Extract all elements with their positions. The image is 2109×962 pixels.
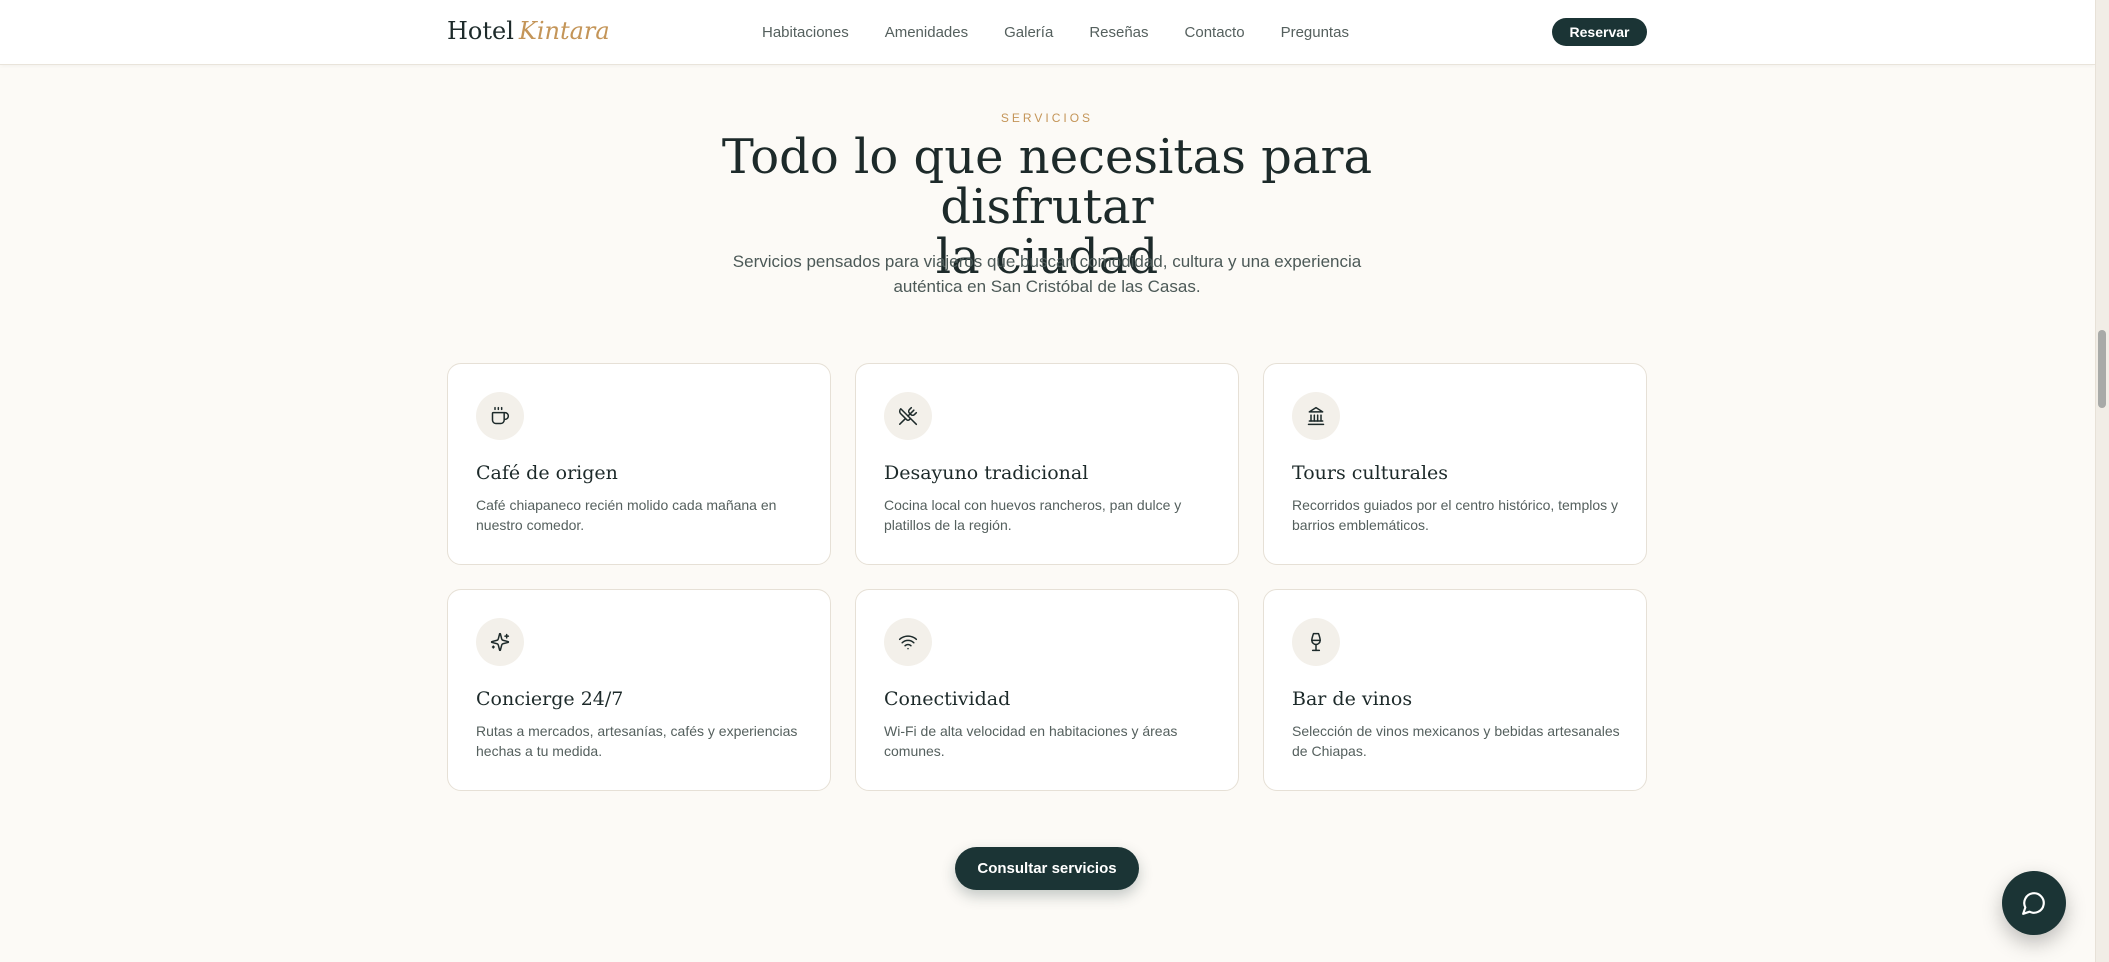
chat-bubble-icon (2022, 892, 2045, 915)
brand-logo[interactable]: Hotel Kintara (447, 14, 610, 48)
nav-link-contacto[interactable]: Contacto (1185, 24, 1245, 41)
service-card-description: Cocina local con huevos rancheros, pan d… (884, 497, 1182, 533)
service-card-description: Café chiapaneco recién molido cada mañan… (476, 497, 777, 533)
consult-services-button[interactable]: Consultar servicios (955, 847, 1139, 890)
wifi-icon (884, 618, 932, 666)
service-card-conectividad: Conectividad Wi-Fi de alta velocidad en … (855, 589, 1239, 791)
service-card-description: Wi-Fi de alta velocidad en habitaciones … (884, 723, 1178, 759)
nav-link-habitaciones[interactable]: Habitaciones (762, 24, 849, 41)
landmark-icon (1292, 392, 1340, 440)
services-grid: Café de origen Café chiapaneco recién mo… (447, 363, 1647, 791)
section-eyebrow: SERVICIOS (1000, 111, 1094, 125)
sparkles-icon (476, 618, 524, 666)
service-card-title: Conectividad (884, 688, 1011, 710)
service-card-cafe: Café de origen Café chiapaneco recién mo… (447, 363, 831, 565)
service-card-title: Concierge 24/7 (476, 688, 624, 710)
service-card-title: Tours culturales (1292, 462, 1449, 484)
service-card-title: Bar de vinos (1292, 688, 1413, 710)
main-nav: Habitaciones Amenidades Galería Reseñas … (762, 0, 1349, 64)
service-card-description: Selección de vinos mexicanos y bebidas a… (1292, 723, 1620, 759)
service-card-title: Desayuno tradicional (884, 462, 1089, 484)
nav-link-amenidades[interactable]: Amenidades (885, 24, 968, 41)
service-card-title: Café de origen (476, 462, 618, 484)
service-card-description: Rutas a mercados, artesanías, cafés y ex… (476, 723, 798, 759)
section-subtitle: Servicios pensados para viajeros que bus… (717, 249, 1377, 299)
utensils-icon (884, 392, 932, 440)
scrollbar-thumb[interactable] (2098, 330, 2106, 408)
brand-accent: Kintara (518, 17, 610, 45)
section-subtitle-line-2: auténtica en San Cristóbal de las Casas. (893, 277, 1201, 296)
service-card-desayuno: Desayuno tradicional Cocina local con hu… (855, 363, 1239, 565)
brand-name: Hotel (447, 17, 514, 45)
service-card-concierge: Concierge 24/7 Rutas a mercados, artesan… (447, 589, 831, 791)
reserve-button[interactable]: Reservar (1552, 18, 1647, 46)
nav-link-resenas[interactable]: Reseñas (1089, 24, 1148, 41)
section-title-line-1: Todo lo que necesitas para disfrutar (721, 129, 1373, 235)
page-scrollbar[interactable] (2095, 0, 2109, 962)
chat-button[interactable] (2002, 871, 2066, 935)
service-card-tours: Tours culturales Recorridos guiados por … (1263, 363, 1647, 565)
nav-link-preguntas[interactable]: Preguntas (1281, 24, 1349, 41)
coffee-cup-icon (476, 392, 524, 440)
service-card-description: Recorridos guiados por el centro históri… (1292, 497, 1619, 533)
service-card-bar: Bar de vinos Selección de vinos mexicano… (1263, 589, 1647, 791)
site-header: Hotel Kintara Habitaciones Amenidades Gal… (0, 0, 2095, 65)
wine-glass-icon (1292, 618, 1340, 666)
section-subtitle-line-1: Servicios pensados para viajeros que bus… (732, 252, 1362, 271)
nav-link-galeria[interactable]: Galería (1004, 24, 1053, 41)
